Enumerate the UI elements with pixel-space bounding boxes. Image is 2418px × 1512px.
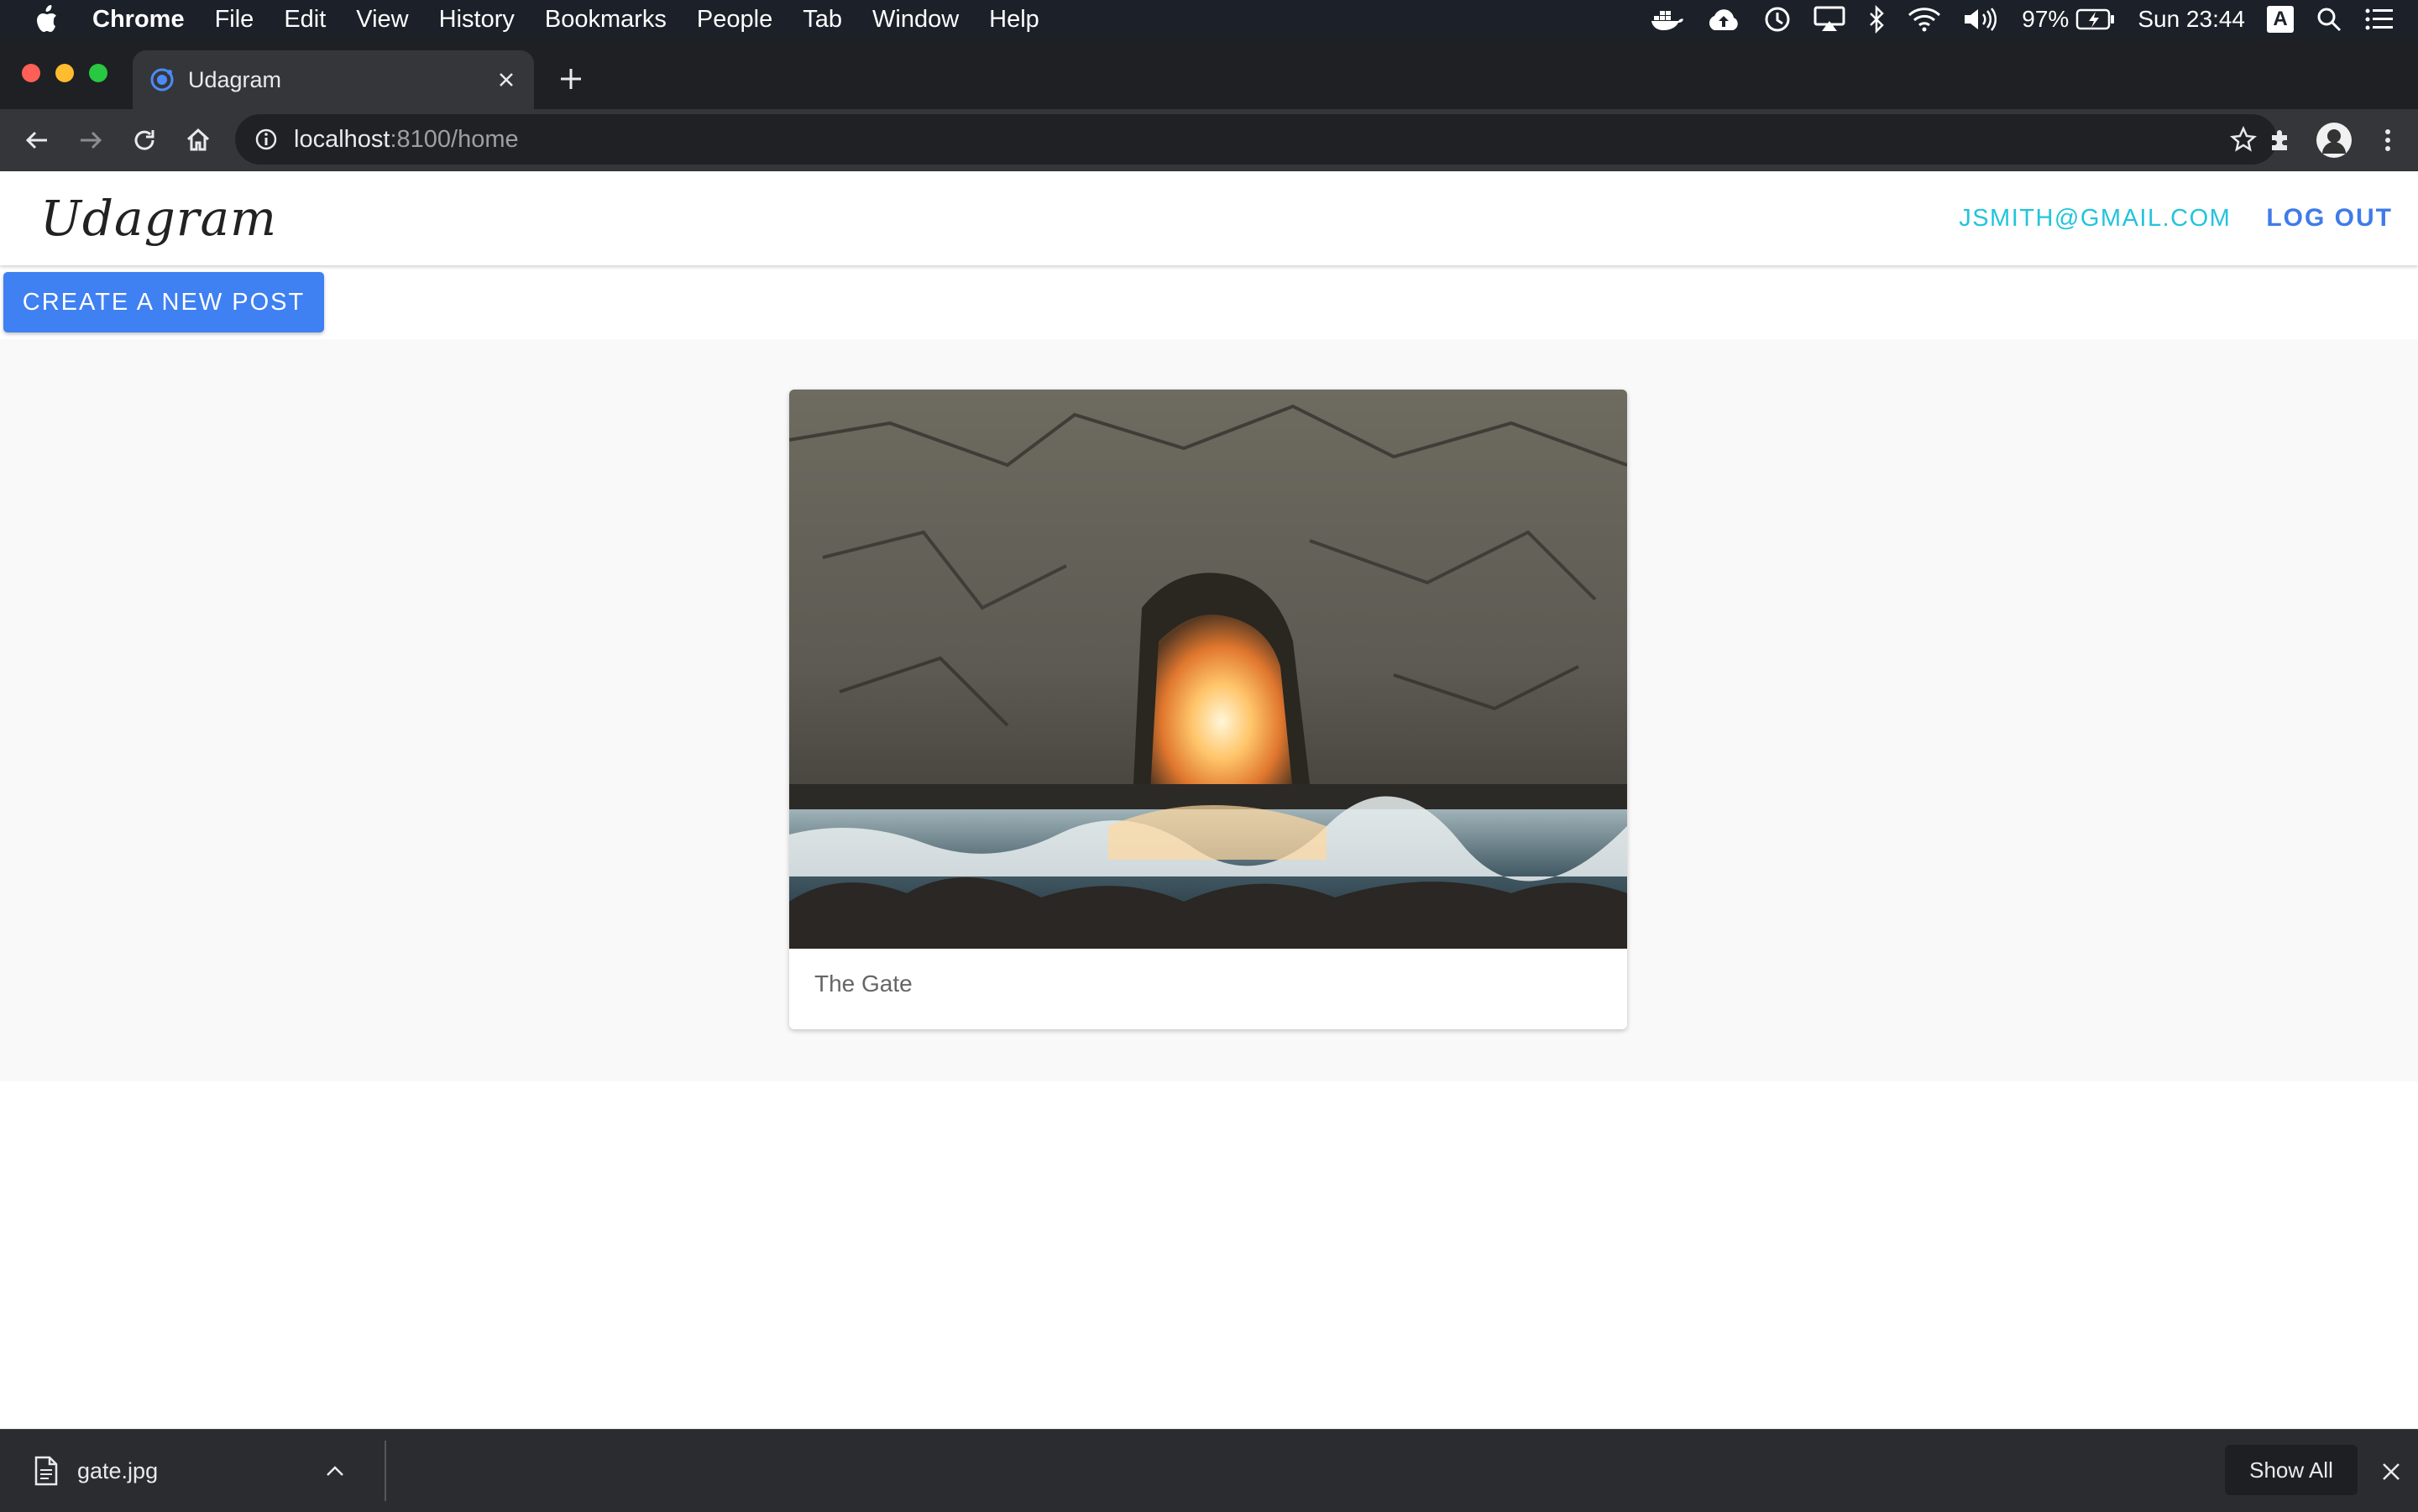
window-minimize-button[interactable] (55, 64, 74, 82)
create-new-post-button[interactable]: CREATE A NEW POST (3, 272, 324, 332)
toolbar-right (2253, 109, 2418, 171)
menu-edit[interactable]: Edit (269, 6, 341, 34)
download-item[interactable]: gate.jpg (0, 1430, 361, 1512)
download-shelf: gate.jpg Show All (0, 1429, 2418, 1512)
new-tab-icon[interactable] (556, 64, 586, 94)
web-page: Udagram JSMITH@GMAIL.COM LOG OUT CREATE … (0, 171, 2418, 1429)
post-caption: The Gate (814, 971, 913, 997)
home-icon[interactable] (171, 113, 225, 167)
window-close-button[interactable] (22, 64, 40, 82)
app-logo[interactable]: Udagram (40, 190, 277, 247)
chevron-up-icon[interactable] (321, 1457, 349, 1485)
user-email-link[interactable]: JSMITH@GMAIL.COM (1959, 205, 2231, 233)
download-file-name: gate.jpg (77, 1457, 159, 1483)
cloud-upload-icon[interactable] (1706, 7, 1741, 32)
window-maximize-button[interactable] (89, 64, 107, 82)
post-card[interactable]: The Gate (789, 390, 1627, 1029)
menu-bookmarks[interactable]: Bookmarks (530, 6, 682, 34)
input-source-icon[interactable]: A (2267, 6, 2294, 33)
post-feed: The Gate (0, 339, 2418, 1081)
logout-button[interactable]: LOG OUT (2266, 204, 2393, 233)
close-download-shelf-icon[interactable] (2374, 1455, 2408, 1488)
url-path: :8100/home (390, 125, 519, 153)
chrome-menu-icon[interactable] (2361, 113, 2415, 167)
reload-icon[interactable] (118, 113, 171, 167)
forward-icon[interactable] (64, 113, 118, 167)
airplay-icon[interactable] (1814, 6, 1845, 33)
header-actions: JSMITH@GMAIL.COM LOG OUT (1959, 204, 2418, 233)
download-divider (385, 1441, 386, 1501)
app-header: Udagram JSMITH@GMAIL.COM LOG OUT (0, 171, 2418, 265)
wifi-icon[interactable] (1908, 7, 1941, 32)
menu-tab[interactable]: Tab (788, 6, 857, 34)
apple-menu-icon[interactable] (0, 5, 92, 34)
profile-avatar[interactable] (2307, 113, 2361, 167)
docker-icon[interactable] (1651, 8, 1684, 31)
url-host: localhost (294, 125, 390, 153)
menubar-clock[interactable]: Sun 23:44 (2138, 6, 2245, 33)
battery-charging-icon[interactable] (2075, 8, 2116, 30)
show-all-downloads-button[interactable]: Show All (2225, 1445, 2358, 1495)
tab-title: Udagram (188, 66, 282, 92)
post-image[interactable] (789, 390, 1627, 949)
file-icon (34, 1456, 59, 1486)
site-info-icon[interactable] (252, 125, 280, 154)
tab-udagram[interactable]: Udagram (133, 50, 534, 109)
tab-close-icon[interactable] (494, 67, 519, 92)
menu-people[interactable]: People (682, 6, 788, 34)
ionic-favicon-icon (149, 67, 175, 92)
menu-history[interactable]: History (424, 6, 530, 34)
browser-toolbar: localhost:8100/home (0, 109, 2418, 171)
address-bar[interactable]: localhost:8100/home (235, 114, 2277, 165)
menu-window[interactable]: Window (857, 6, 974, 34)
menu-file[interactable]: File (200, 6, 270, 34)
tab-strip: Udagram (0, 39, 2418, 109)
back-icon[interactable] (10, 113, 64, 167)
menu-help[interactable]: Help (974, 6, 1055, 34)
spotlight-search-icon[interactable] (2316, 6, 2342, 33)
macos-menu-bar: Chrome File Edit View History Bookmarks … (0, 0, 2418, 39)
battery-percent: 97% (2022, 6, 2070, 32)
extensions-icon[interactable] (2253, 113, 2307, 167)
url-text: localhost:8100/home (294, 126, 519, 154)
volume-icon[interactable] (1963, 7, 2000, 32)
input-source-label: A (2273, 8, 2288, 30)
menu-view[interactable]: View (341, 6, 423, 34)
menu-chrome[interactable]: Chrome (92, 6, 200, 34)
time-machine-icon[interactable] (1763, 5, 1792, 34)
bluetooth-icon[interactable] (1867, 5, 1886, 34)
notification-center-icon[interactable] (2364, 8, 2394, 31)
